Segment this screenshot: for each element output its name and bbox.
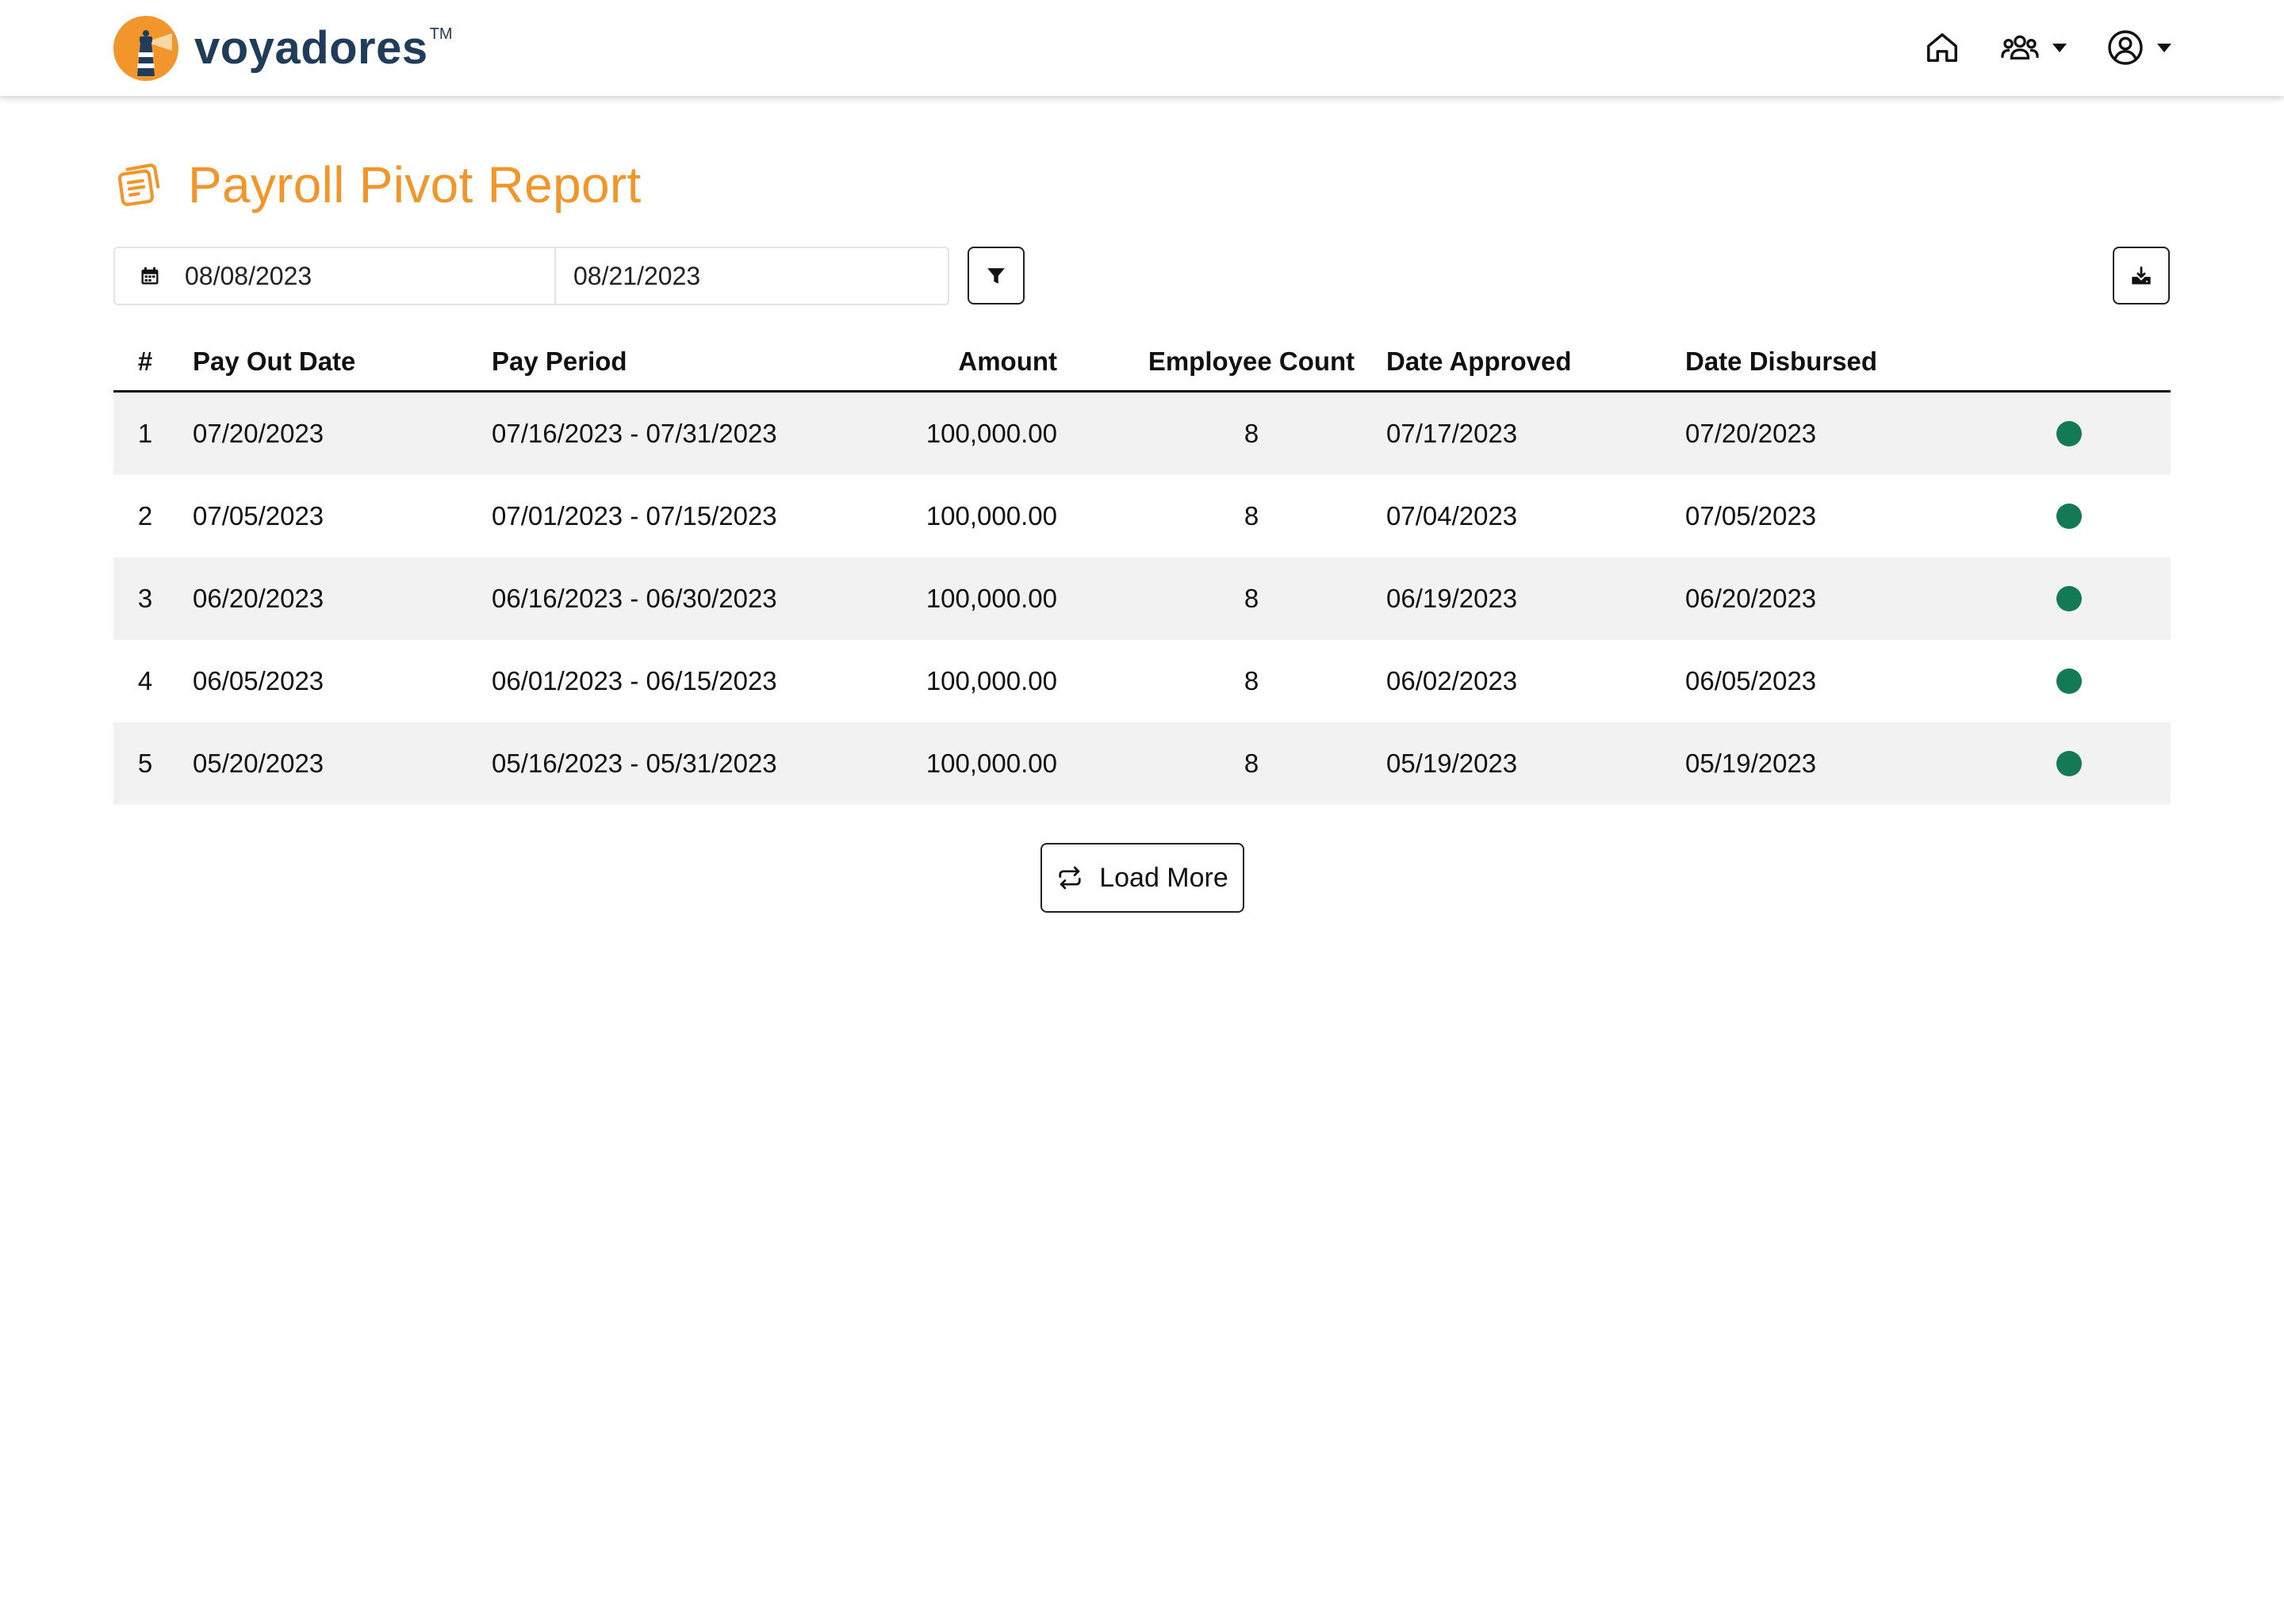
payout-date-cell: 06/05/2023 [193, 666, 324, 695]
table-header: # Pay Out Date Pay Period Amount Employe… [113, 333, 2171, 393]
load-more-label: Load More [1099, 862, 1228, 893]
row-number: 2 [137, 501, 153, 530]
status-indicator [2056, 504, 2082, 529]
calendar-icon [141, 266, 159, 285]
load-more-button[interactable]: Load More [1040, 843, 1244, 913]
column-header-date-approved: Date Approved [1386, 347, 1572, 376]
pay-period-cell: 06/16/2023 - 06/30/2023 [492, 584, 777, 613]
filter-icon [987, 267, 1005, 284]
payout-date-cell: 05/20/2023 [193, 749, 324, 778]
employee-count-cell: 8 [1244, 749, 1259, 778]
payroll-table: # Pay Out Date Pay Period Amount Employe… [113, 333, 2171, 805]
date-disbursed-cell: 06/20/2023 [1685, 584, 1817, 613]
date-approved-cell: 05/19/2023 [1386, 749, 1518, 778]
status-indicator [2056, 421, 2082, 446]
employee-count-cell: 8 [1244, 419, 1259, 448]
account-menu-button[interactable] [2106, 29, 2171, 67]
status-indicator [2056, 668, 2082, 694]
chevron-down-icon [2157, 43, 2171, 52]
notes-icon [117, 163, 160, 206]
date-approved-cell: 06/19/2023 [1386, 584, 1518, 613]
date-range-picker[interactable]: 08/08/2023 08/21/2023 [113, 247, 949, 305]
table-row[interactable]: 1 07/20/2023 07/16/2023 - 07/31/2023 100… [113, 393, 2171, 475]
row-number: 3 [137, 584, 153, 613]
table-row[interactable]: 4 06/05/2023 06/01/2023 - 06/15/2023 100… [113, 640, 2171, 722]
download-button[interactable] [2113, 247, 2170, 304]
status-indicator [2056, 586, 2082, 611]
pay-period-cell: 07/16/2023 - 07/31/2023 [492, 419, 777, 448]
end-date-input[interactable]: 08/21/2023 [556, 248, 700, 304]
employee-count-cell: 8 [1244, 666, 1259, 695]
download-icon [2132, 266, 2151, 284]
home-button[interactable] [1924, 29, 1960, 66]
employee-count-cell: 8 [1244, 584, 1259, 613]
home-icon [1927, 33, 1957, 63]
employee-count-cell: 8 [1244, 501, 1259, 530]
page-title: Payroll Pivot Report [188, 156, 642, 213]
brand-name: voyadores [194, 22, 428, 74]
brand-logo-link[interactable]: voyadores TM [113, 14, 453, 82]
row-number: 1 [137, 419, 153, 448]
date-approved-cell: 07/17/2023 [1386, 419, 1518, 448]
row-number: 5 [137, 749, 153, 778]
date-approved-cell: 06/02/2023 [1386, 666, 1518, 695]
column-header-number: # [137, 347, 153, 376]
amount-cell: 100,000.00 [925, 419, 1057, 448]
lighthouse-logo-icon [113, 16, 178, 81]
payout-date-cell: 06/20/2023 [193, 584, 324, 613]
status-indicator [2056, 751, 2082, 776]
date-disbursed-cell: 07/20/2023 [1685, 419, 1817, 448]
date-disbursed-cell: 05/19/2023 [1685, 749, 1817, 778]
table-row[interactable]: 2 07/05/2023 07/01/2023 - 07/15/2023 100… [113, 475, 2171, 557]
pay-period-cell: 05/16/2023 - 05/31/2023 [492, 749, 777, 778]
pay-period-cell: 07/01/2023 - 07/15/2023 [492, 501, 777, 530]
payout-date-cell: 07/20/2023 [193, 419, 324, 448]
column-header-amount: Amount [958, 347, 1057, 376]
date-disbursed-cell: 06/05/2023 [1685, 666, 1817, 695]
amount-cell: 100,000.00 [925, 666, 1057, 695]
date-approved-cell: 07/04/2023 [1386, 501, 1518, 530]
column-header-date-disbursed: Date Disbursed [1685, 347, 1878, 376]
start-date-input[interactable]: 08/08/2023 [161, 248, 556, 304]
amount-cell: 100,000.00 [925, 501, 1057, 530]
team-menu-button[interactable] [2000, 29, 2067, 66]
column-header-employee-count: Employee Count [1148, 347, 1355, 376]
amount-cell: 100,000.00 [925, 584, 1057, 613]
filter-button[interactable] [968, 247, 1025, 304]
account-icon [2108, 30, 2143, 65]
payout-date-cell: 07/05/2023 [193, 501, 324, 530]
table-row[interactable]: 5 05/20/2023 05/16/2023 - 05/31/2023 100… [113, 722, 2171, 805]
repeat-icon [1059, 866, 1081, 890]
page-heading: Payroll Pivot Report [115, 155, 642, 214]
date-disbursed-cell: 07/05/2023 [1685, 501, 1817, 530]
users-icon [2001, 35, 2039, 60]
header-actions [1924, 24, 2171, 71]
pay-period-cell: 06/01/2023 - 06/15/2023 [492, 666, 777, 695]
chevron-down-icon [2052, 43, 2067, 52]
trademark-mark: TM [429, 25, 453, 43]
amount-cell: 100,000.00 [925, 749, 1057, 778]
row-number: 4 [137, 666, 153, 695]
column-header-payout-date: Pay Out Date [193, 347, 356, 376]
column-header-pay-period: Pay Period [492, 347, 627, 376]
table-row[interactable]: 3 06/20/2023 06/16/2023 - 06/30/2023 100… [113, 557, 2171, 640]
top-navbar: voyadores TM [0, 0, 2284, 96]
